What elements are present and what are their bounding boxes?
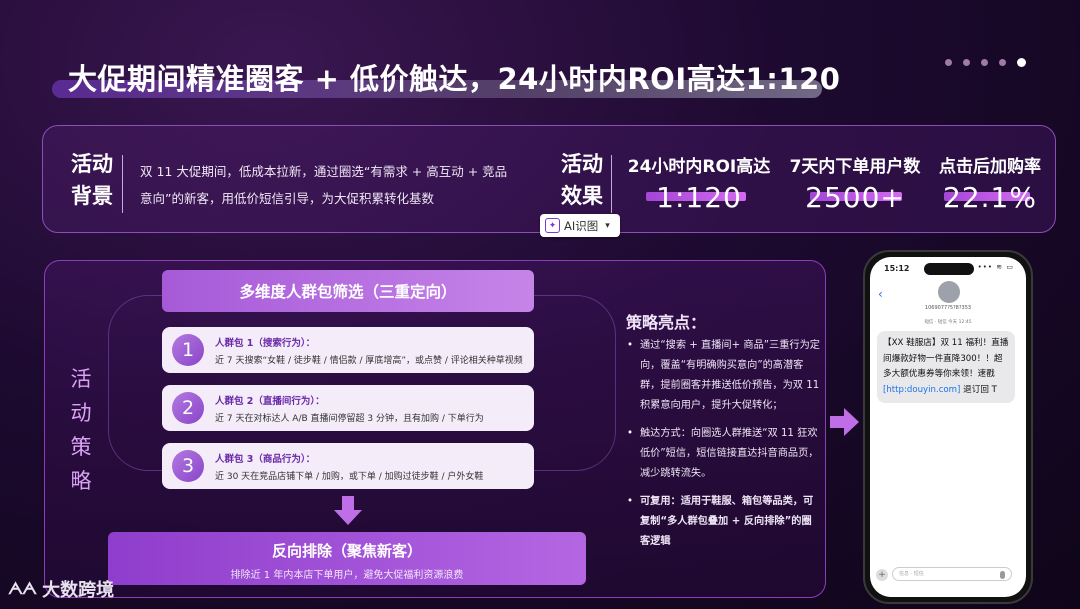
ai-scan-icon: ✦ bbox=[545, 218, 560, 233]
pack-title: 人群包 1（搜索行为）： bbox=[215, 337, 316, 349]
metric-orders: 7天内下单用户数 2500+ bbox=[784, 152, 926, 214]
pack-description: 近 7 天在对标达人 A/B 直播间停留超 3 分钟，且有加购 / 下单行为 bbox=[215, 413, 484, 424]
highlights-title: 策略亮点： bbox=[626, 313, 707, 332]
strategy-label: 活动策略 bbox=[70, 367, 92, 493]
phone-mockup: 15:12 ••• ≋ ▭ ‹ 1069077?5?8?353 短信 · 短信 … bbox=[863, 250, 1033, 604]
message-input[interactable]: 信息 · 短信 bbox=[892, 567, 1012, 581]
metric-label: 24小时内ROI高达 bbox=[627, 157, 771, 177]
page-dot[interactable] bbox=[945, 59, 952, 66]
highlight-lead: 可复用： bbox=[640, 496, 681, 507]
contact-avatar[interactable] bbox=[938, 281, 960, 303]
metric-value: 2500+ bbox=[805, 181, 905, 214]
dynamic-island bbox=[924, 263, 974, 275]
pack-number-badge: 3 bbox=[172, 450, 204, 482]
arrow-right-icon bbox=[830, 408, 859, 436]
pack-title: 人群包 3（商品行为）： bbox=[215, 453, 316, 465]
metric-value: 1:120 bbox=[656, 181, 742, 214]
highlight-text: 触达方式：向圈选人群推送“双 11 狂欢低价”短信，短信链接直达抖音商品页，减少… bbox=[640, 428, 819, 479]
status-time: 15:12 bbox=[884, 264, 910, 273]
pack-number-badge: 1 bbox=[172, 334, 204, 366]
highlights-list: 通过“搜索 + 直播间+ 商品”三重行为定向，覆盖“有明确购买意向”的高潜客群，… bbox=[624, 336, 820, 560]
metric-label: 7天内下单用户数 bbox=[789, 157, 921, 177]
page-title: 大促期间精准圈客 + 低价触达，24小时内ROI高达1:120 bbox=[68, 62, 841, 96]
add-attachment-icon[interactable]: + bbox=[876, 569, 888, 581]
pack-description: 近 7 天搜索“女鞋 / 徒步鞋 / 情侣款 / 厚底增高”，或点赞 / 评论相… bbox=[215, 355, 523, 366]
page-dot-active[interactable] bbox=[1017, 58, 1026, 67]
slide-pagination bbox=[945, 58, 1026, 67]
highlight-item: 可复用：适用于鞋服、箱包等品类，可复制“多人群包叠加 + 反向排除”的圈客逻辑 bbox=[624, 492, 820, 552]
message-meta: 短信 · 短信 今天 12:45 bbox=[924, 320, 972, 325]
page-dot[interactable] bbox=[981, 59, 988, 66]
effect-label: 活动效果 bbox=[561, 152, 603, 208]
highlight-text: 通过“搜索 + 直播间+ 商品”三重行为定向，覆盖“有明确购买意向”的高潜客群，… bbox=[640, 340, 820, 411]
divider bbox=[611, 155, 612, 213]
metric-add-to-cart: 点击后加购率 22.1% bbox=[932, 152, 1048, 214]
metric-value: 22.1% bbox=[943, 181, 1037, 214]
exclusion-subtitle: 排除近 1 年内本店下单用户，避免大促福利资源浪费 bbox=[230, 570, 464, 581]
back-chevron-icon[interactable]: ‹ bbox=[878, 287, 883, 301]
highlight-item: 通过“搜索 + 直播间+ 商品”三重行为定向，覆盖“有明确购买意向”的高潜客群，… bbox=[624, 336, 820, 416]
sms-text: 【XX 鞋服店】双 11 福利！直播间爆款好物一件直降300！！超多大额优惠券等… bbox=[883, 338, 1009, 379]
audience-pack-3: 3 人群包 3（商品行为）： 近 30 天在竞品店铺下单 / 加购，或下单 / … bbox=[162, 443, 534, 489]
reverse-exclusion-box: 反向排除（聚焦新客） 排除近 1 年内本店下单用户，避免大促福利资源浪费 bbox=[108, 532, 586, 585]
audience-pack-2: 2 人群包 2（直播间行为）： 近 7 天在对标达人 A/B 直播间停留超 3 … bbox=[162, 385, 534, 431]
exclusion-title: 反向排除（聚焦新客） bbox=[271, 542, 422, 560]
sms-unsubscribe: 退订回 T bbox=[963, 384, 997, 395]
pack-title: 人群包 2（直播间行为）： bbox=[215, 395, 325, 407]
metric-label: 点击后加购率 bbox=[939, 157, 1041, 177]
microphone-icon[interactable] bbox=[1000, 571, 1005, 579]
logo-mark-icon: ᗅᗅ bbox=[8, 579, 37, 598]
sender-number: 1069077?5?8?353 bbox=[924, 305, 972, 311]
pack-description: 近 30 天在竞品店铺下单 / 加购，或下单 / 加购过徒步鞋 / 户外女鞋 bbox=[215, 471, 484, 482]
page-dot[interactable] bbox=[963, 59, 970, 66]
sms-link[interactable]: [http:douyin.com] bbox=[883, 385, 960, 395]
logo-text: 大数跨境 bbox=[42, 580, 115, 601]
divider bbox=[122, 155, 123, 213]
audience-pack-1: 1 人群包 1（搜索行为）： 近 7 天搜索“女鞋 / 徒步鞋 / 情侣款 / … bbox=[162, 327, 534, 373]
brand-logo: ᗅᗅ 大数跨境 bbox=[8, 576, 114, 602]
filter-header: 多维度人群包筛选（三重定向） bbox=[162, 270, 534, 312]
metric-roi: 24小时内ROI高达 1:120 bbox=[624, 152, 774, 214]
page-dot[interactable] bbox=[999, 59, 1006, 66]
ai-button-label: AI识图 bbox=[564, 218, 599, 233]
pack-number-badge: 2 bbox=[172, 392, 204, 424]
phone-screen: 15:12 ••• ≋ ▭ ‹ 1069077?5?8?353 短信 · 短信 … bbox=[870, 257, 1026, 597]
ai-image-recognition-button[interactable]: ✦ AI识图 ▾ bbox=[540, 214, 620, 237]
chevron-down-icon: ▾ bbox=[605, 220, 610, 231]
arrow-down-icon bbox=[334, 496, 362, 525]
sms-message-bubble: 【XX 鞋服店】双 11 福利！直播间爆款好物一件直降300！！超多大额优惠券等… bbox=[877, 331, 1015, 403]
background-description: 双 11 大促期间，低成本拉新，通过圈选“有需求 + 高互动 + 竞品意向”的新… bbox=[140, 164, 508, 206]
status-icons: ••• ≋ ▭ bbox=[977, 263, 1014, 271]
background-label: 活动背景 bbox=[71, 152, 113, 208]
highlight-item: 触达方式：向圈选人群推送“双 11 狂欢低价”短信，短信链接直达抖音商品页，减少… bbox=[624, 424, 820, 484]
